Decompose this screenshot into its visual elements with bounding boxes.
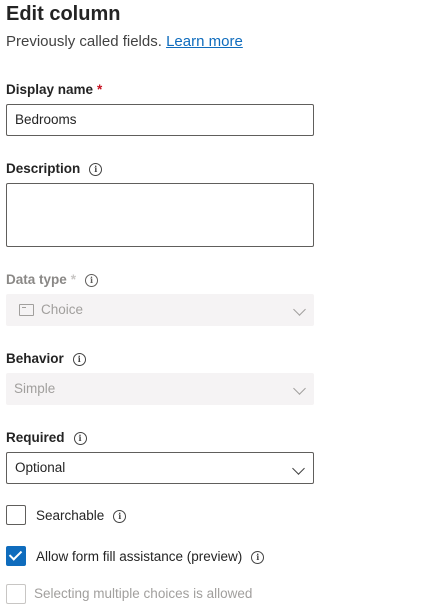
searchable-label[interactable]: Searchable: [36, 508, 104, 523]
subtitle-text: Previously called fields.: [6, 33, 162, 50]
form-fill-checkbox[interactable]: [6, 546, 26, 566]
description-label-text: Description: [6, 161, 81, 176]
multiple-choices-checkbox: [6, 584, 26, 604]
data-type-label-text: Data type: [6, 272, 67, 287]
data-type-value: Choice: [41, 302, 84, 317]
required-asterisk: *: [97, 82, 103, 97]
info-icon[interactable]: i: [251, 551, 265, 564]
required-asterisk: *: [70, 272, 77, 287]
display-name-label: Display name *: [6, 81, 102, 99]
chevron-down-icon[interactable]: [292, 462, 305, 475]
data-type-dropdown: Choice: [6, 294, 314, 326]
description-field[interactable]: [6, 183, 314, 247]
panel-title: Edit column: [6, 3, 121, 25]
form-fill-row: Allow form fill assistance (preview) i: [36, 548, 265, 566]
behavior-value: Simple: [14, 381, 56, 396]
info-icon[interactable]: i: [73, 432, 87, 445]
info-icon[interactable]: i: [72, 353, 86, 366]
info-icon[interactable]: i: [113, 510, 127, 523]
info-icon[interactable]: i: [89, 163, 103, 176]
display-name-label-text: Display name: [6, 82, 94, 97]
required-label: Required i: [6, 429, 87, 447]
chevron-down-icon: [293, 382, 306, 395]
chevron-down-icon: [293, 303, 306, 316]
display-name-field[interactable]: Bedrooms: [6, 104, 314, 136]
panel-subtitle: Previously called fields. Learn more: [6, 33, 243, 51]
multiple-choices-label: Selecting multiple choices is allowed: [34, 586, 253, 601]
behavior-label: Behavior i: [6, 350, 86, 368]
required-value: Optional: [15, 460, 66, 475]
behavior-label-text: Behavior: [6, 351, 64, 366]
searchable-row: Searchable i: [36, 507, 127, 525]
behavior-dropdown: Simple: [6, 373, 314, 405]
info-icon[interactable]: i: [85, 274, 99, 287]
description-label: Description i: [6, 160, 103, 178]
display-name-value: Bedrooms: [15, 112, 77, 127]
choice-icon: [19, 304, 34, 316]
searchable-checkbox[interactable]: [6, 505, 26, 525]
multiple-choices-row: Selecting multiple choices is allowed: [34, 585, 252, 603]
required-dropdown[interactable]: Optional: [6, 452, 314, 484]
form-fill-label[interactable]: Allow form fill assistance (preview): [36, 549, 242, 564]
data-type-label: Data type * i: [6, 271, 99, 289]
required-label-text: Required: [6, 430, 65, 445]
learn-more-link[interactable]: Learn more: [166, 33, 243, 50]
